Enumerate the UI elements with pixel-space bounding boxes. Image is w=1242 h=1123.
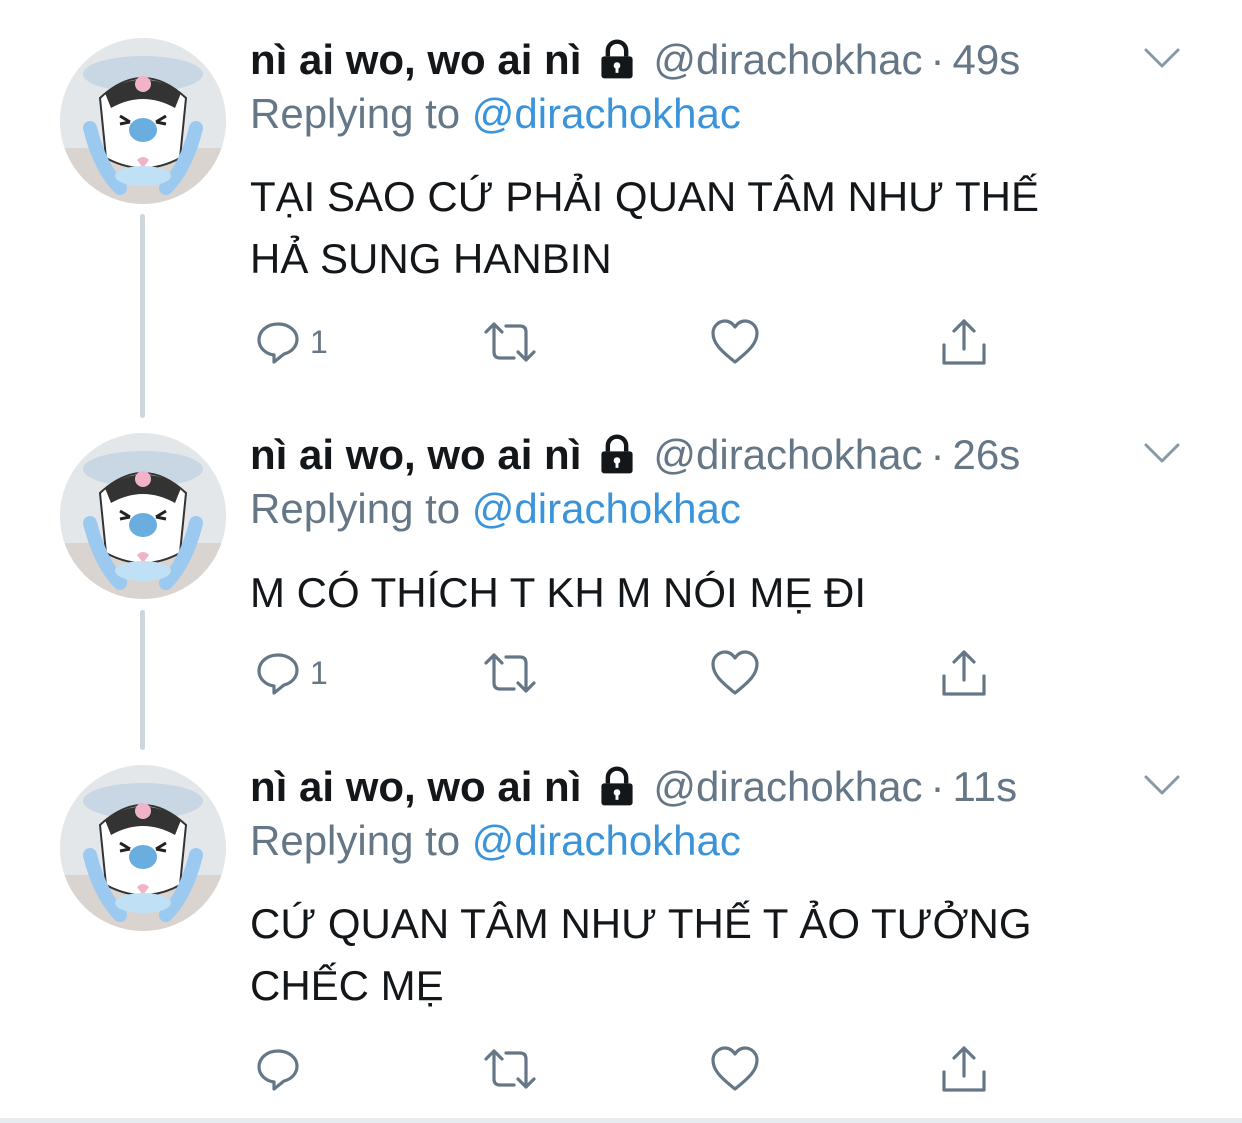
replying-mention-link[interactable]: @dirachokhac — [472, 90, 741, 137]
like-button[interactable] — [710, 643, 760, 703]
tweet[interactable]: nì ai wo, wo ai nì @dirachokhac · 11s Re… — [0, 757, 1242, 1107]
share-icon — [942, 319, 986, 365]
chevron-down-icon[interactable] — [1140, 767, 1184, 803]
reply-button[interactable]: 1 — [254, 312, 328, 372]
heart-icon — [711, 319, 759, 364]
replying-prefix: Replying to — [250, 817, 461, 864]
user-handle[interactable]: @dirachokhac — [653, 36, 922, 84]
heart-icon — [711, 650, 759, 695]
reply-count: 1 — [310, 323, 328, 360]
tweet-text: M CÓ THÍCH T KH M NÓI MẸ ĐI — [250, 562, 1150, 624]
tweet-text-line: CHẾC MẸ — [250, 962, 444, 1009]
replying-prefix: Replying to — [250, 485, 461, 532]
separator-dot: · — [930, 36, 945, 83]
reply-button[interactable]: 1 — [254, 643, 328, 703]
tweet-actions: 1 — [250, 643, 1050, 703]
lock-icon — [601, 39, 633, 79]
share-button[interactable] — [940, 643, 988, 703]
share-icon — [942, 1046, 986, 1092]
divider — [0, 1118, 1242, 1123]
display-name[interactable]: nì ai wo, wo ai nì — [250, 431, 581, 479]
tweet-header: nì ai wo, wo ai nì @dirachokhac · 49s — [250, 30, 1020, 90]
like-button[interactable] — [710, 312, 760, 372]
timestamp[interactable]: 26s — [952, 431, 1020, 479]
tweet-text-line: HẢ SUNG HANBIN — [250, 235, 612, 282]
timestamp[interactable]: 11s — [952, 763, 1017, 811]
tweet-text: CỨ QUAN TÂM NHƯ THẾ T ẢO TƯỞNG CHẾC MẸ — [250, 893, 1150, 1017]
tweet-text-line: M CÓ THÍCH T KH M NÓI MẸ ĐI — [250, 569, 867, 616]
reply-count: 1 — [310, 654, 328, 691]
replying-to: Replying to @dirachokhac — [250, 485, 741, 533]
retweet-button[interactable] — [482, 1039, 538, 1099]
retweet-button[interactable] — [482, 312, 538, 372]
reply-button[interactable] — [254, 1039, 310, 1099]
share-button[interactable] — [940, 1039, 988, 1099]
tweet[interactable]: nì ai wo, wo ai nì @dirachokhac · 49s Re… — [0, 30, 1242, 390]
avatar[interactable] — [60, 38, 226, 204]
replying-mention-link[interactable]: @dirachokhac — [472, 817, 741, 864]
share-icon — [942, 650, 986, 696]
user-handle[interactable]: @dirachokhac — [653, 763, 922, 811]
retweet-icon — [484, 653, 536, 693]
lock-icon — [601, 434, 633, 474]
tweet-text: TẠI SAO CỨ PHẢI QUAN TÂM NHƯ THẾ HẢ SUNG… — [250, 166, 1150, 290]
separator-dot: · — [930, 763, 945, 810]
user-handle[interactable]: @dirachokhac — [653, 431, 922, 479]
tweet[interactable]: nì ai wo, wo ai nì @dirachokhac · 26s Re… — [0, 425, 1242, 725]
like-button[interactable] — [710, 1039, 760, 1099]
tweet-text-line: CỨ QUAN TÂM NHƯ THẾ T ẢO TƯỞNG — [250, 900, 1032, 947]
retweet-icon — [484, 322, 536, 362]
tweet-header: nì ai wo, wo ai nì @dirachokhac · 11s — [250, 757, 1017, 817]
replying-prefix: Replying to — [250, 90, 461, 137]
reply-icon — [257, 1049, 299, 1091]
replying-to: Replying to @dirachokhac — [250, 817, 741, 865]
replying-mention-link[interactable]: @dirachokhac — [472, 485, 741, 532]
tweet-actions: 1 — [250, 312, 1050, 372]
lock-icon — [601, 766, 633, 806]
heart-icon — [711, 1046, 759, 1091]
tweet-text-line: TẠI SAO CỨ PHẢI QUAN TÂM NHƯ THẾ — [250, 173, 1039, 220]
chevron-down-icon[interactable] — [1140, 40, 1184, 76]
chevron-down-icon[interactable] — [1140, 435, 1184, 471]
retweet-button[interactable] — [482, 643, 538, 703]
timestamp[interactable]: 49s — [952, 36, 1020, 84]
retweet-icon — [484, 1049, 536, 1089]
separator-dot: · — [930, 431, 945, 478]
reply-icon — [257, 322, 299, 364]
tweet-header: nì ai wo, wo ai nì @dirachokhac · 26s — [250, 425, 1020, 485]
display-name[interactable]: nì ai wo, wo ai nì — [250, 763, 581, 811]
share-button[interactable] — [940, 312, 988, 372]
tweet-actions — [250, 1039, 1050, 1099]
replying-to: Replying to @dirachokhac — [250, 90, 741, 138]
display-name[interactable]: nì ai wo, wo ai nì — [250, 36, 581, 84]
reply-icon — [257, 653, 299, 695]
avatar[interactable] — [60, 765, 226, 931]
avatar[interactable] — [60, 433, 226, 599]
